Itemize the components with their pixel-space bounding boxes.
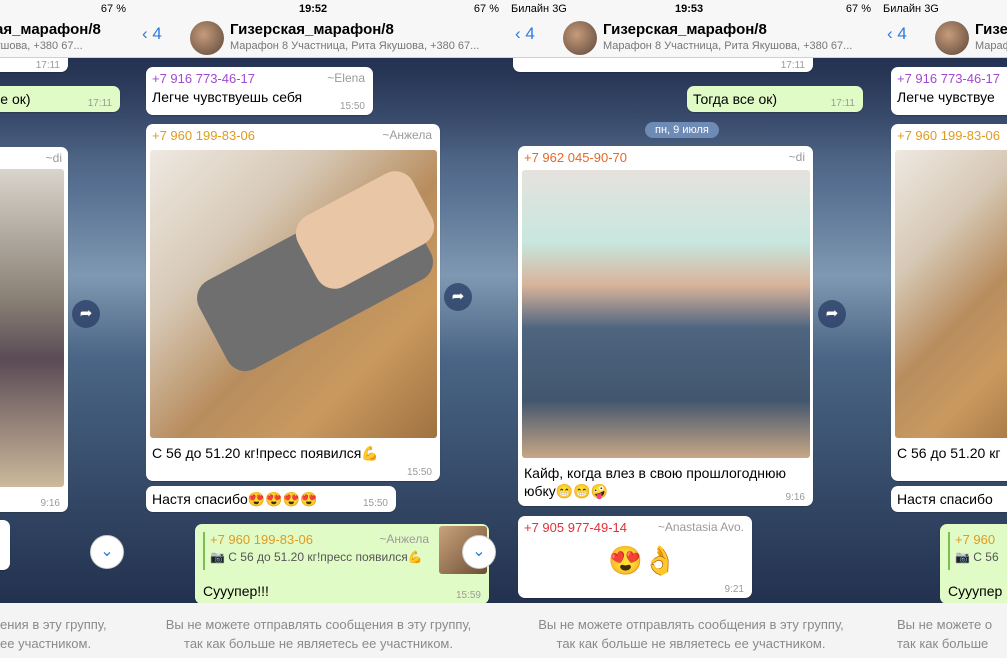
message-bubble: 17:11 <box>0 58 68 72</box>
photo[interactable] <box>895 150 1007 438</box>
back-button[interactable]: ‹ 4 <box>142 24 162 44</box>
photo-message[interactable]: +7 960 199-83-06 ~Анжела С 56 до 51.20 к… <box>146 124 442 481</box>
battery-label: 67 % <box>100 3 126 15</box>
readonly-notice-line2: так как больше не являетесь ее участнико… <box>184 636 453 651</box>
chat-title: ая_марафон/8 <box>0 21 101 38</box>
chat-screen-2: Билайн 3G 19:53 67 % ‹ 4 Гизерская_мараф… <box>505 0 877 658</box>
chat-subtitle: Марафон <box>975 40 1007 52</box>
share-arrow-icon[interactable]: ➦ <box>72 300 100 328</box>
readonly-notice-line1: Вы не можете отправлять сообщения в эту … <box>538 617 844 632</box>
back-count: 4 <box>152 24 162 43</box>
message-bubble[interactable]: все ок) 17:11 <box>0 86 120 112</box>
left-partial-screen: 67 % ая_марафон/8 ушова, +380 67... 17:1… <box>0 0 132 658</box>
chat-subtitle: Марафон 8 Участница, Рита Якушова, +380 … <box>230 40 480 52</box>
chevron-down-icon[interactable]: ⌄ <box>90 535 124 569</box>
back-button[interactable]: ‹ 4 <box>515 24 535 44</box>
photo[interactable] <box>522 170 810 458</box>
photo[interactable] <box>0 169 64 487</box>
message-bubble[interactable]: Тогда все ок) 17:11 <box>687 86 863 112</box>
readonly-notice-line2: так как больше не являетесь ее участнико… <box>556 636 826 651</box>
chat-title: Гизерская_марафон/8 <box>603 21 767 38</box>
chat-subtitle: Марафон 8 Участница, Рита Якушова, +380 … <box>603 40 853 52</box>
photo-message[interactable]: ~di 9:16 <box>0 147 68 512</box>
right-partial-screen: Билайн 3G ‹ 4 Гизерска Марафон +7 916 77… <box>877 0 1007 658</box>
message-bubble[interactable]: Настя спасибо <box>891 486 1007 512</box>
reply-message[interactable]: +7 960 📷 С 56 Сууупер <box>940 524 1007 604</box>
sender-name[interactable]: +7 962 045-90-70 <box>518 146 813 165</box>
message-bubble[interactable]: Настя спасибо😍😍😍😍 15:50 <box>146 486 396 512</box>
chat-subtitle: ушова, +380 67... <box>0 40 83 52</box>
chevron-down-icon[interactable]: ⌄ <box>462 535 496 569</box>
carrier-label: Билайн 3G <box>511 3 567 15</box>
share-arrow-icon[interactable]: ➦ <box>818 300 846 328</box>
chat-screen-1: 19:52 67 % ‹ 4 Гизерская_марафон/8 Мараф… <box>132 0 505 658</box>
reply-message[interactable]: +7 960 199-83-06 ~Анжела 📷 С 56 до 51.20… <box>195 524 489 604</box>
photo[interactable] <box>150 150 442 438</box>
battery-label: 67 % <box>845 3 871 15</box>
photo-message[interactable]: +7 962 045-90-70 ~di Кайф, когда влез в … <box>518 146 813 506</box>
photo-message[interactable]: +7 960 199-83-06 С 56 до 51.20 кг <box>891 124 1007 481</box>
share-arrow-icon[interactable]: ➦ <box>444 283 472 311</box>
message-bubble[interactable]: +7 916 773-46-17 Легче чувствуе <box>891 67 1007 115</box>
date-separator: пн, 9 июля <box>645 122 719 138</box>
battery-label: 67 % <box>473 3 499 15</box>
back-button[interactable]: ‹ 4 <box>887 24 907 44</box>
message-bubble[interactable]: +7 916 773-46-17 ~Elena Легче чувствуешь… <box>146 67 373 115</box>
chat-title: Гизерска <box>975 21 1007 38</box>
status-time: 19:52 <box>299 3 328 15</box>
back-count: 4 <box>525 24 535 43</box>
chat-title: Гизерская_марафон/8 <box>230 21 394 38</box>
avatar[interactable] <box>190 21 224 55</box>
avatar[interactable] <box>563 21 597 55</box>
readonly-notice-line1: Вы не можете отправлять сообщения в эту … <box>165 617 472 632</box>
message-bubble: 17:11 <box>513 58 813 72</box>
status-time: 19:53 <box>675 3 704 15</box>
reply-quote[interactable]: +7 960 199-83-06 ~Анжела 📷 С 56 до 51.20… <box>203 532 433 570</box>
avatar[interactable] <box>935 21 969 55</box>
message-bubble[interactable]: +7 905 977-49-14 ~Anastasia Avo. 😍👌 9:21 <box>518 516 752 598</box>
carrier-label: Билайн 3G <box>883 3 939 15</box>
